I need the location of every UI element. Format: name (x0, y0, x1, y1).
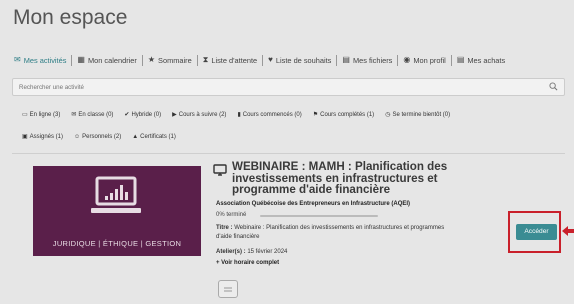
filter-cours-commences-0[interactable]: ▮ Cours commencés (0) (237, 112, 301, 118)
course-organization: Association Québécoise des Entrepreneurs… (216, 201, 411, 207)
laptop-chart-icon (91, 176, 141, 213)
progress-text: 0% terminé (216, 212, 247, 218)
chat-bubbles-icon: ✉ (14, 55, 21, 64)
filter-certificats-1[interactable]: ▲ Certificats (1) (132, 134, 176, 140)
monitor-icon (213, 164, 227, 176)
nav-item-mon-profil[interactable]: ◉ Mon profil (398, 56, 450, 65)
heart-icon: ♥ (268, 55, 273, 64)
nav-item-liste-de-souhaits[interactable]: ♥ Liste de souhaits (263, 56, 336, 65)
filter-assignes-1[interactable]: ▣ Assignés (1) (22, 134, 63, 140)
search-icon[interactable] (549, 82, 558, 91)
hourglass-icon: ⧗ (202, 55, 209, 64)
filter-label: Assignés (1) (29, 134, 64, 140)
document-icon[interactable] (218, 280, 238, 298)
nav-item-sommaire[interactable]: ★ Sommaire (143, 56, 197, 65)
page-title: Mon espace (13, 6, 128, 29)
trophy-icon: ★ (147, 55, 156, 64)
monitor-icon: ▭ (22, 112, 28, 118)
play-circle-icon: ▶ (172, 112, 177, 118)
filter-label: Cours complétés (1) (320, 112, 375, 118)
document-lines-icon (224, 287, 232, 292)
filter-label: Se termine bientôt (0) (392, 112, 451, 118)
nav-item-label: Liste de souhaits (275, 55, 332, 65)
nav-item-label: Sommaire (158, 55, 192, 65)
course-thumbnail[interactable]: JURIDIQUE | ÉTHIQUE | GESTION (33, 166, 201, 256)
search-bar (12, 78, 565, 96)
divider (12, 153, 565, 154)
filter-hybride-0[interactable]: ✔ Hybride (0) (124, 112, 161, 118)
pointer-arrow-icon (562, 226, 574, 236)
flag-icon: ⚑ (312, 112, 319, 118)
filter-label: Certificats (1) (140, 134, 176, 140)
nav-item-mes-achats[interactable]: ▤ Mes achats (452, 56, 510, 65)
thumbnail-category-label: JURIDIQUE | ÉTHIQUE | GESTION (52, 239, 182, 248)
nav-item-label: Liste d'attente (211, 55, 258, 65)
chat-bubbles-icon: ✉ (71, 112, 77, 118)
filter-bar: ▭ En ligne (3) ✉ En classe (0) ✔ Hybride (0) ▶… (22, 109, 562, 153)
file-icon: ▤ (342, 55, 350, 64)
id-card-icon: ▣ (22, 134, 28, 140)
nav-item-label: Mon profil (413, 55, 446, 65)
detail-title-label: Titre : (216, 225, 233, 231)
filter-label: Cours commencés (0) (242, 112, 302, 118)
nav-item-label: Mes activités (23, 55, 67, 65)
filter-label: En ligne (3) (29, 112, 61, 118)
filter-cours-a-suivre-2[interactable]: ▶ Cours à suivre (2) (172, 112, 226, 118)
filter-cours-completes-1[interactable]: ⚑ Cours complétés (1) (313, 112, 374, 118)
receipt-icon: ▤ (456, 55, 465, 64)
progress-bar (260, 215, 378, 217)
access-button[interactable]: Accéder (516, 224, 557, 240)
nav-item-mes-fichiers[interactable]: ▤ Mes fichiers (337, 56, 397, 65)
nav-item-label: Mon calendrier (87, 55, 137, 65)
view-schedule-link[interactable]: + Voir horaire complet (216, 260, 279, 266)
detail-title-value: Webinaire : Planification des investisse… (216, 225, 445, 240)
search-input[interactable] (13, 79, 543, 95)
nav-item-label: Mes achats (467, 55, 506, 65)
filter-en-classe-0[interactable]: ✉ En classe (0) (71, 112, 113, 118)
user-circle-icon: ◉ (403, 55, 411, 64)
filter-label: Personnels (2) (82, 134, 122, 140)
nav-item-label: Mes fichiers (352, 55, 393, 65)
bookmark-icon: ▮ (237, 112, 241, 118)
filter-label: Hybride (0) (131, 112, 162, 118)
nav-item-liste-d-attente[interactable]: ⧗ Liste d'attente (198, 56, 262, 65)
nav-item-mon-calendrier[interactable]: ▦ Mon calendrier (72, 56, 141, 65)
detail-atelier-label: Atelier(s) : (216, 249, 246, 255)
filter-personnels-2[interactable]: ☺ Personnels (2) (74, 134, 121, 140)
filter-en-ligne-3[interactable]: ▭ En ligne (3) (22, 112, 60, 118)
filter-se-termine-bientot-0[interactable]: ◷ Se termine bientôt (0) (385, 112, 450, 118)
filter-row-primary: ▭ En ligne (3) ✉ En classe (0) ✔ Hybride (0) ▶… (22, 109, 562, 121)
nav-item-mes-activites[interactable]: ✉ Mes activités (12, 56, 71, 65)
calendar-icon: ▦ (77, 55, 85, 64)
clock-icon: ◷ (385, 112, 391, 118)
course-detail-title: Titre : Webinaire : Planification des in… (216, 224, 456, 242)
filter-label: En classe (0) (78, 112, 114, 118)
filter-label: Cours à suivre (2) (178, 112, 227, 118)
top-navigation: ✉ Mes activités ▦ Mon calendrier ★ Sommaire ⧗ L… (12, 46, 564, 74)
course-title[interactable]: WEBINAIRE : MAMH : Planification des inv… (232, 161, 452, 196)
detail-atelier-value: 15 février 2024 (247, 249, 288, 255)
filter-row-secondary: ▣ Assignés (1) ☺ Personnels (2) ▲ Certificats… (22, 131, 562, 143)
user-icon: ☺ (74, 134, 81, 140)
check-circle-icon: ✔ (124, 112, 130, 118)
course-detail-atelier: Atelier(s) : 15 février 2024 (216, 248, 287, 257)
graduation-cap-icon: ▲ (132, 134, 139, 140)
